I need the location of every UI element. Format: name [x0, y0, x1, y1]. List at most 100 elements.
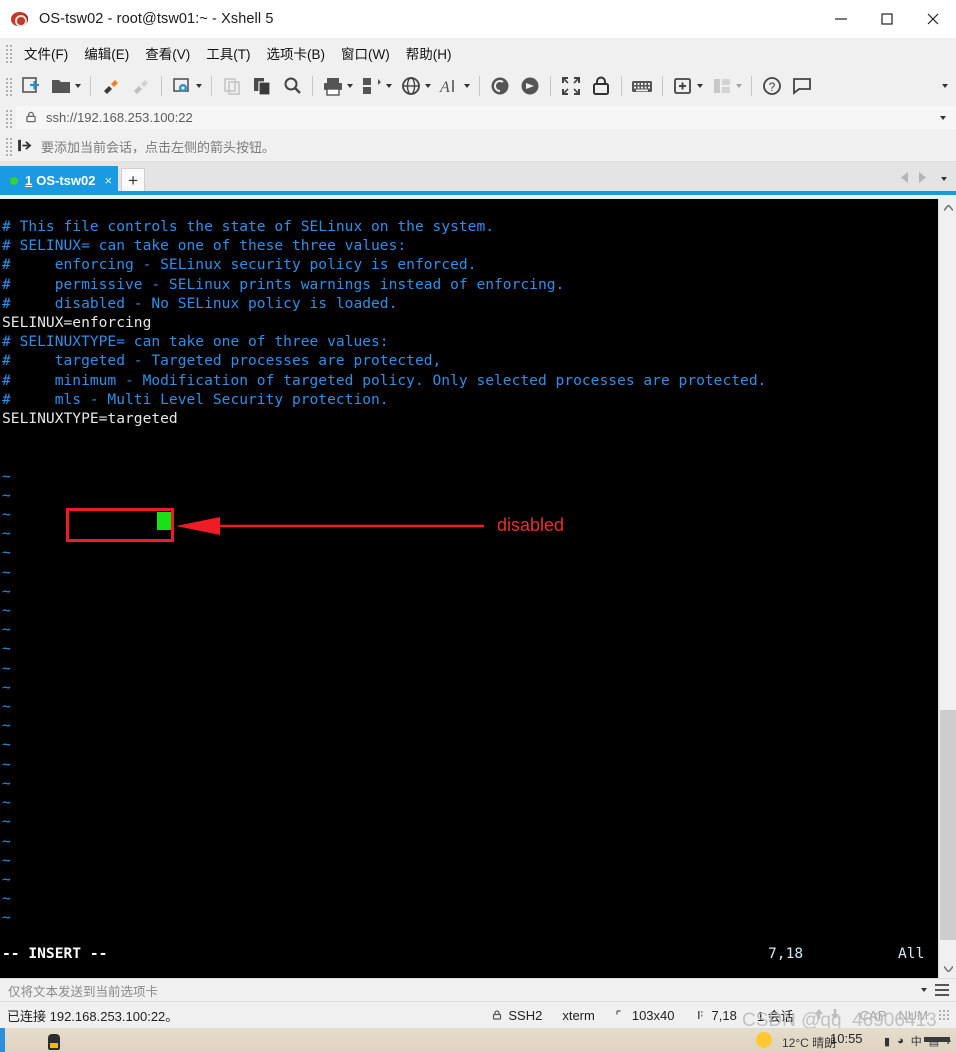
- sftp-icon[interactable]: [515, 71, 545, 101]
- send-bar-controls: [919, 984, 949, 996]
- chevron-down-icon[interactable]: [939, 960, 956, 978]
- window-controls: [818, 0, 956, 38]
- toolbar-separator: [479, 76, 480, 96]
- terminal-line: ~: [2, 602, 11, 620]
- vim-mode: -- INSERT --: [2, 945, 108, 962]
- ftp-icon[interactable]: [485, 71, 515, 101]
- fullscreen-icon[interactable]: [556, 71, 586, 101]
- add-folder-icon[interactable]: [668, 71, 707, 101]
- terminal-line: ~: [2, 563, 11, 581]
- toolbar-gripper[interactable]: [4, 76, 12, 96]
- help-icon[interactable]: ?: [757, 71, 787, 101]
- menu-file[interactable]: 文件(F): [16, 40, 76, 66]
- maximize-button[interactable]: [864, 0, 910, 38]
- windows-taskbar: 12°C 晴朗 ▮ ◕ 中 ▤ ♪ 英 10:55: [0, 1028, 956, 1052]
- globe-icon[interactable]: [396, 71, 435, 101]
- terminal-line: # SELINUX= can take one of these three v…: [2, 237, 407, 255]
- open-folder-icon[interactable]: [46, 71, 85, 101]
- lock-icon: [491, 1009, 504, 1022]
- terminal-line: ~: [2, 736, 11, 754]
- chevron-down-icon[interactable]: [196, 84, 202, 88]
- terminal-line: ~: [2, 774, 11, 792]
- session-properties-icon[interactable]: [167, 71, 206, 101]
- chevron-down-icon[interactable]: [75, 84, 81, 88]
- show-desktop-button[interactable]: [924, 1037, 950, 1042]
- toolbar-separator: [161, 76, 162, 96]
- print-icon[interactable]: [318, 71, 357, 101]
- chevron-left-icon[interactable]: [900, 170, 909, 188]
- address-input[interactable]: ssh://192.168.253.100:22: [16, 106, 956, 129]
- terminal-line: ~: [2, 832, 11, 850]
- menu-gripper[interactable]: [4, 43, 12, 63]
- cursor-icon: [695, 1009, 708, 1022]
- menu-tab[interactable]: 选项卡(B): [259, 40, 334, 66]
- terminal-line: ~: [2, 698, 11, 716]
- toolbar-separator: [621, 76, 622, 96]
- hamburger-icon[interactable]: [935, 984, 949, 996]
- menu-view[interactable]: 查看(V): [137, 40, 198, 66]
- tab-list-chevron-down-icon[interactable]: [941, 177, 947, 181]
- chevron-down-icon[interactable]: [940, 115, 946, 120]
- tab-number: 1: [25, 173, 33, 188]
- taskbar-pinned-app-icon[interactable]: [48, 1034, 60, 1050]
- paste-icon[interactable]: [247, 71, 277, 101]
- terminal-line: ~: [2, 659, 11, 677]
- menu-help[interactable]: 帮助(H): [398, 40, 460, 66]
- annotation-label: disabled: [497, 515, 565, 535]
- file-transfer-icon[interactable]: [357, 71, 396, 101]
- terminal-line: ~: [2, 621, 11, 639]
- terminal-line: SELINUX=enforcing: [2, 314, 152, 332]
- chevron-down-icon[interactable]: [425, 84, 431, 88]
- taskbar-clock: 10:55: [830, 1031, 863, 1046]
- chevron-down-icon[interactable]: [386, 84, 392, 88]
- terminal-line: SELINUXTYPE=targeted: [2, 410, 178, 428]
- feedback-icon[interactable]: [787, 71, 817, 101]
- tray-ime-icon[interactable]: 中: [911, 1033, 922, 1049]
- chevron-down-icon[interactable]: [697, 84, 703, 88]
- notice-gripper[interactable]: [4, 136, 12, 156]
- terminal-screen[interactable]: # This file controls the state of SELinu…: [0, 199, 938, 978]
- font-icon[interactable]: A: [435, 71, 474, 101]
- menu-tools[interactable]: 工具(T): [198, 40, 258, 66]
- close-icon[interactable]: ×: [104, 173, 112, 188]
- chevron-down-icon[interactable]: [921, 988, 927, 992]
- minimize-button[interactable]: [818, 0, 864, 38]
- status-terminal-type: xterm: [562, 1007, 595, 1023]
- keyboard-icon[interactable]: [627, 71, 657, 101]
- scrollbar-thumb[interactable]: [940, 710, 956, 940]
- terminal-line: ~: [2, 909, 11, 927]
- chevron-up-icon[interactable]: [939, 199, 956, 217]
- status-screen-size: 103x40: [615, 1008, 675, 1023]
- menu-edit[interactable]: 编辑(E): [76, 40, 137, 66]
- tray-cloud-icon[interactable]: ◕: [897, 1035, 904, 1047]
- terminal-line: # minimum - Modification of targeted pol…: [2, 371, 767, 389]
- address-gripper[interactable]: [4, 107, 12, 128]
- xshell-window: OS-tsw02 - root@tsw01:~ - Xshell 5 文件(F)…: [0, 0, 956, 1052]
- chevron-down-icon[interactable]: [347, 84, 353, 88]
- menu-window[interactable]: 窗口(W): [333, 40, 398, 66]
- terminal-scrollbar[interactable]: [938, 199, 956, 978]
- terminal-line: # This file controls the state of SELinu…: [2, 218, 495, 235]
- terminal-line: # SELINUXTYPE= can take one of three val…: [2, 333, 389, 351]
- tray-battery-icon[interactable]: ▮: [884, 1035, 890, 1048]
- terminal-line: # targeted - Targeted processes are prot…: [2, 352, 442, 370]
- terminal-line: ~: [2, 678, 11, 696]
- terminal-line: ~: [2, 794, 11, 812]
- new-tab-button[interactable]: +: [121, 168, 146, 193]
- toolbar-overflow-caret[interactable]: [942, 84, 948, 88]
- tab-bar: 1 OS-tsw02 × +: [0, 162, 956, 195]
- resize-grip[interactable]: [938, 1009, 950, 1021]
- new-session-icon[interactable]: [16, 71, 46, 101]
- window-title: OS-tsw02 - root@tsw01:~ - Xshell 5: [39, 11, 274, 27]
- title-bar: OS-tsw02 - root@tsw01:~ - Xshell 5: [0, 0, 956, 38]
- arrow-to-bar-icon[interactable]: [16, 137, 34, 155]
- close-button[interactable]: [910, 0, 956, 38]
- status-cursor-position: 7,18: [695, 1008, 737, 1023]
- status-screen-size-label: 103x40: [631, 1007, 675, 1023]
- connect-icon[interactable]: [96, 71, 126, 101]
- lock-icon[interactable]: [586, 71, 616, 101]
- find-icon[interactable]: [277, 71, 307, 101]
- chevron-right-icon[interactable]: [918, 170, 927, 188]
- chevron-down-icon[interactable]: [464, 84, 470, 88]
